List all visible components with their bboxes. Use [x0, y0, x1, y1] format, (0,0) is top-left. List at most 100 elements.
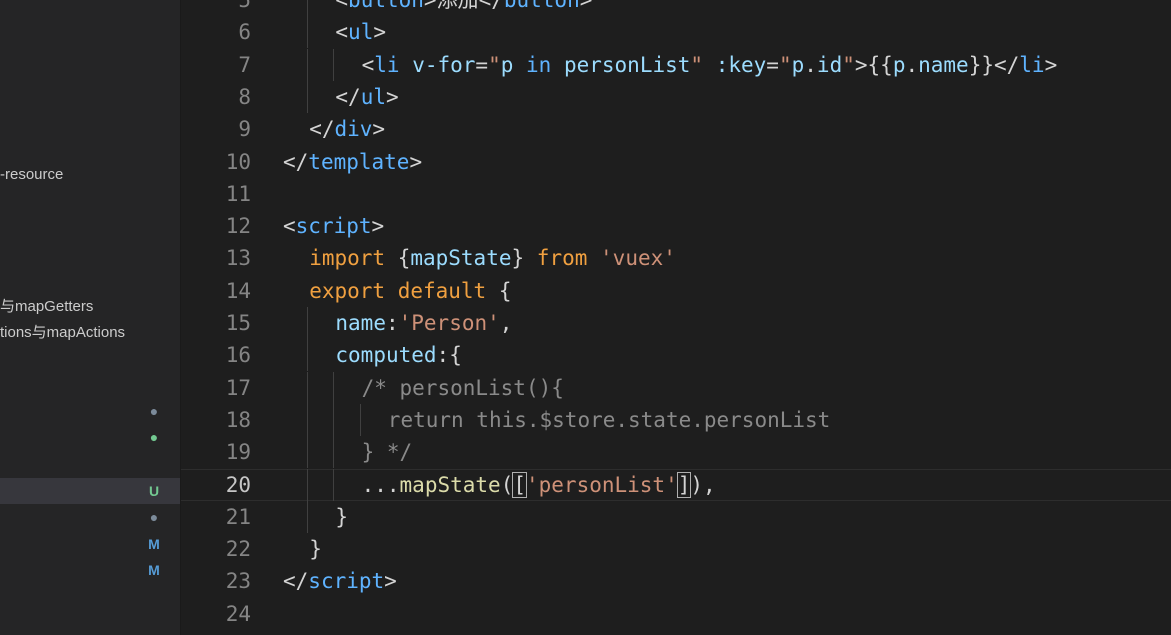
indent-guide — [307, 307, 309, 339]
file-tree-item-label: 与mapGetters — [0, 298, 94, 315]
indent-guide — [333, 436, 335, 469]
code-token: button — [348, 0, 424, 12]
line-number: 24 — [225, 601, 251, 626]
line-number: 13 — [225, 246, 251, 271]
git-status-badge: ● — [149, 509, 159, 525]
code-token: id — [816, 52, 843, 77]
code-token: < — [361, 52, 375, 77]
file-tree-item[interactable]: tions与mapActions — [0, 320, 180, 346]
code-text: computed:{ — [335, 339, 461, 371]
line-number: 23 — [225, 569, 251, 594]
indent-guide — [307, 339, 309, 372]
code-token: /* personList(){ — [361, 375, 564, 400]
code-token: default — [397, 278, 487, 303]
code-line[interactable]: 12 <script> — [181, 210, 1171, 242]
code-line[interactable]: 9 </div> — [181, 113, 1171, 145]
indent-guide — [333, 403, 335, 436]
indent-guide — [307, 403, 309, 436]
git-status-badge: M — [148, 562, 160, 578]
code-text: <button>添加</button> — [335, 0, 592, 16]
code-line[interactable]: 6 <ul> — [181, 16, 1171, 49]
file-tree-item[interactable]: ● — [0, 424, 180, 450]
code-token: > — [373, 20, 386, 45]
code-line[interactable]: 14 export default { — [181, 275, 1171, 307]
code-line[interactable]: 13 import {mapState} from 'vuex' — [181, 242, 1171, 274]
code-token: computed — [335, 343, 437, 368]
code-token: " — [488, 52, 501, 77]
code-token: p — [892, 52, 906, 77]
code-token: script — [308, 569, 385, 594]
code-text: } */ — [362, 436, 413, 468]
line-number: 12 — [225, 214, 251, 239]
git-status-badge: M — [148, 536, 160, 552]
file-tree-item[interactable]: -resource — [0, 162, 180, 188]
git-status-badge: ● — [149, 403, 159, 419]
file-tree-item-selected[interactable]: U — [0, 478, 180, 504]
line-number: 8 — [238, 84, 251, 109]
code-line[interactable]: 5 <button>添加</button> — [181, 0, 1171, 16]
code-token: " — [690, 52, 704, 77]
code-text: name:'Person', — [335, 307, 512, 339]
code-token: ), — [690, 472, 716, 497]
code-token: 'Person' — [398, 311, 500, 335]
code-token: } */ — [361, 440, 413, 465]
code-text: import {mapState} from 'vuex' — [309, 242, 676, 274]
code-token: name — [918, 52, 969, 77]
code-token: script — [295, 214, 372, 239]
file-tree-item[interactable]: ● — [0, 398, 180, 424]
code-line[interactable]: 8 </ul> — [181, 80, 1171, 113]
code-token: name — [335, 311, 386, 335]
code-token: . — [804, 52, 817, 77]
code-text: </div> — [309, 113, 385, 145]
file-tree-item[interactable]: ● — [0, 504, 180, 530]
code-token: } — [309, 537, 322, 562]
code-text: <li v-for="p in personList" :key="p.id">… — [362, 49, 1058, 81]
code-line[interactable]: 19} */ — [181, 436, 1171, 469]
code-token: </ — [283, 149, 309, 174]
file-tree-item[interactable]: M — [0, 557, 180, 583]
code-token: } — [335, 504, 349, 529]
code-line[interactable]: 15 name:'Person', — [181, 307, 1171, 339]
code-token: ... — [361, 472, 400, 497]
file-tree-item[interactable]: M — [0, 531, 180, 557]
code-token: 'personList' — [526, 472, 678, 497]
code-token: </ — [283, 569, 309, 594]
code-token: export — [309, 278, 386, 303]
code-token: ul — [348, 20, 374, 45]
code-editor[interactable]: 5 <button>添加</button> 6 <ul> 7 <li v-for="p i… — [181, 0, 1171, 635]
line-number: 7 — [238, 52, 251, 77]
code-token: mapState — [410, 246, 512, 271]
line-number: 15 — [225, 311, 251, 335]
code-line[interactable]: 16 computed:{ — [181, 339, 1171, 372]
code-line[interactable]: 23 </script> — [181, 565, 1171, 597]
code-line[interactable]: 21} — [181, 500, 1171, 533]
code-token: > — [579, 0, 593, 12]
code-line[interactable]: 11 — [181, 178, 1171, 210]
code-line[interactable]: 20 ...mapState(['personList']), — [181, 468, 1171, 501]
file-tree-item[interactable]: 与mapGetters — [0, 294, 180, 320]
code-token: > — [1044, 52, 1058, 77]
code-line[interactable]: 24 — [181, 598, 1171, 630]
code-token: 添加 — [436, 0, 479, 12]
line-number: 10 — [225, 149, 251, 174]
code-line[interactable]: 17 /* personList(){ — [181, 371, 1171, 404]
code-line[interactable]: 7 <li v-for="p in personList" :key="p.id"… — [181, 48, 1171, 81]
code-line[interactable]: 22} — [181, 533, 1171, 565]
code-token: } — [511, 246, 537, 271]
code-line[interactable]: 10 </template> — [181, 146, 1171, 178]
code-token: < — [335, 0, 349, 12]
code-token: > — [423, 0, 437, 12]
indent-guide — [307, 0, 309, 16]
code-token: >{{ — [854, 52, 893, 77]
code-text: </template> — [283, 146, 422, 178]
file-tree-item-label: tions与mapActions — [0, 324, 126, 341]
code-token: p — [791, 52, 805, 77]
code-token: ( — [500, 472, 514, 497]
code-token: > — [385, 84, 399, 109]
code-token: 'vuex' — [600, 246, 676, 271]
indent-guide — [333, 468, 335, 501]
code-line[interactable]: 18 return this.$store.state.personList — [181, 403, 1171, 436]
